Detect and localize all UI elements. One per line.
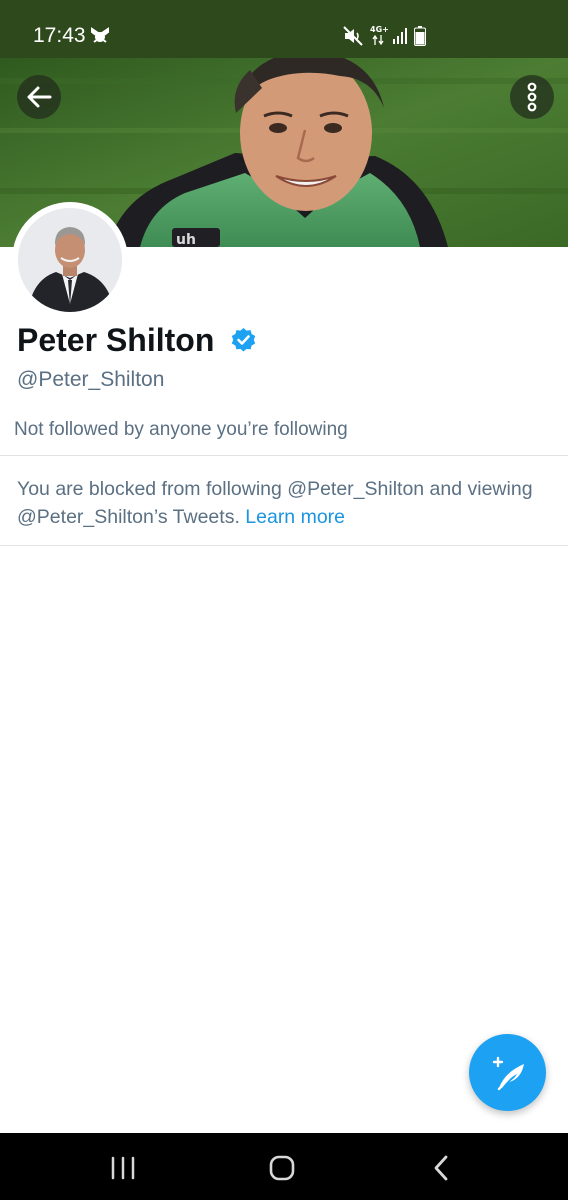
back-icon[interactable] bbox=[425, 1151, 459, 1185]
status-time: 17:43 bbox=[33, 24, 86, 47]
compose-tweet-button[interactable] bbox=[469, 1034, 546, 1111]
home-icon[interactable] bbox=[265, 1151, 299, 1185]
status-bar: 17:43 4G+ bbox=[0, 0, 568, 58]
battery-icon bbox=[414, 26, 426, 46]
notification-icon bbox=[91, 27, 109, 43]
profile-handle: @Peter_Shilton bbox=[17, 368, 165, 391]
profile-name: Peter Shilton bbox=[17, 322, 215, 358]
system-navigation-bar bbox=[0, 1133, 568, 1200]
blocked-notice: You are blocked from following @Peter_Sh… bbox=[17, 475, 537, 531]
verified-badge-icon bbox=[231, 328, 256, 352]
learn-more-link[interactable]: Learn more bbox=[245, 506, 345, 528]
back-button[interactable] bbox=[17, 75, 61, 119]
divider bbox=[0, 455, 568, 456]
mute-icon bbox=[343, 26, 363, 46]
divider bbox=[0, 545, 568, 546]
vertical-dots-icon bbox=[527, 82, 537, 112]
avatar-photo bbox=[18, 208, 122, 312]
network-arrows-icon bbox=[372, 35, 384, 45]
profile-avatar[interactable] bbox=[12, 202, 128, 318]
recents-icon[interactable] bbox=[106, 1151, 140, 1185]
arrow-left-icon bbox=[27, 86, 52, 108]
more-options-button[interactable] bbox=[510, 75, 554, 119]
network-type-label: 4G+ bbox=[370, 25, 389, 34]
signal-icon bbox=[393, 28, 407, 44]
compose-tweet-icon bbox=[492, 1056, 524, 1091]
followers-you-know-note: Not followed by anyone you’re following bbox=[14, 419, 348, 440]
svg-text:uh: uh bbox=[176, 232, 196, 247]
